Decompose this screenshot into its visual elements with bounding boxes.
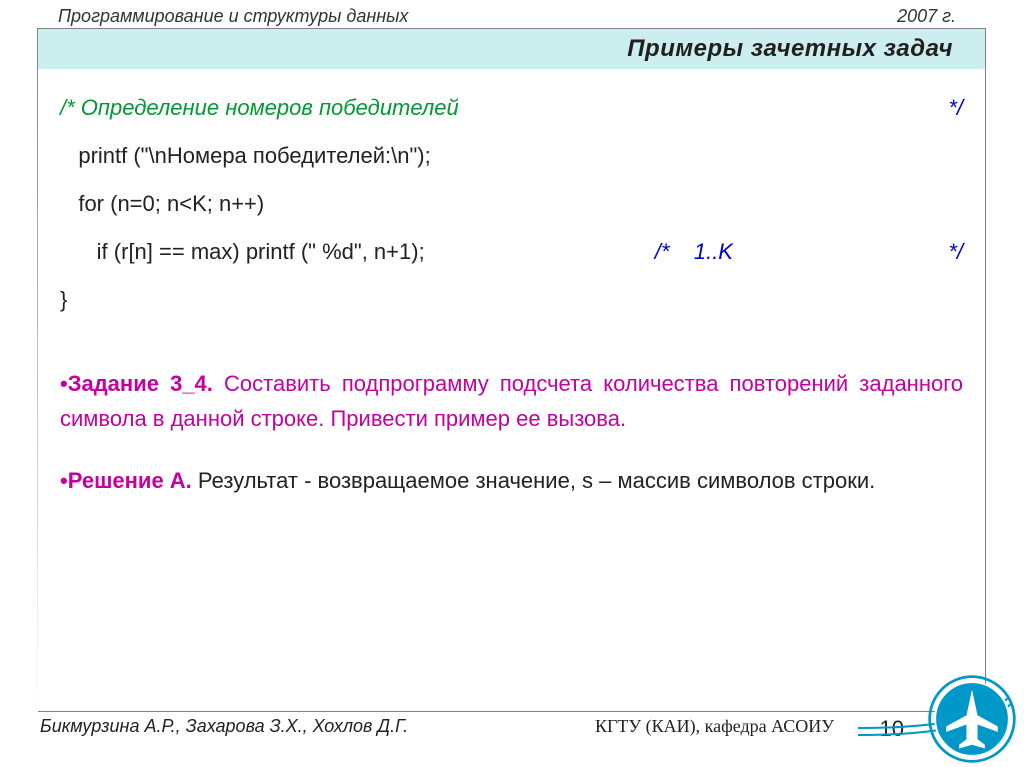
slide-frame: Примеры зачетных задач /* Определение но… — [38, 28, 986, 712]
task-title: Задание 3_4. — [68, 371, 213, 396]
code-line: } — [60, 283, 963, 317]
airplane-logo-icon — [926, 673, 1018, 765]
inline-comment-close: */ — [733, 235, 963, 269]
code-line: printf ("\nНомера победителей:\n"); — [60, 139, 963, 173]
slide-title: Примеры зачетных задач — [627, 35, 953, 62]
bullet-icon: • — [60, 468, 68, 493]
course-title: Программирование и структуры данных — [58, 6, 408, 27]
code-text: } — [60, 283, 67, 317]
code-text: if (r[n] == max) printf (" %d", n+1); — [60, 235, 425, 269]
running-header: Программирование и структуры данных 2007… — [58, 6, 956, 27]
slide-page: Программирование и структуры данных 2007… — [0, 0, 1024, 767]
page-number: 10 — [880, 716, 904, 742]
code-block: /* Определение номеров победителей */ pr… — [60, 91, 963, 317]
code-text: printf ("\nНомера победителей:\n"); — [60, 139, 431, 173]
code-line: /* Определение номеров победителей */ — [60, 91, 963, 125]
footer-org: КГТУ (КАИ), кафедра АСОИУ — [595, 716, 834, 737]
footer-authors: Бикмурзина А.Р., Захарова З.Х., Хохлов Д… — [40, 716, 408, 737]
course-year: 2007 г. — [897, 6, 956, 27]
inline-comment-open: /* 1..K — [655, 235, 733, 269]
task-block: •Задание 3_4. Составить подпрограмму под… — [60, 367, 963, 435]
slide-title-bar: Примеры зачетных задач — [38, 29, 985, 69]
code-line: for (n=0; n<K; n++) — [60, 187, 963, 221]
code-text: for (n=0; n<K; n++) — [60, 187, 264, 221]
solution-title: Решение А. — [68, 468, 192, 493]
slide-footer: Бикмурзина А.Р., Захарова З.Х., Хохлов Д… — [40, 716, 984, 737]
comment-open: /* Определение номеров победителей — [60, 91, 459, 125]
solution-block: •Решение А. Результат - возвращаемое зна… — [60, 464, 963, 498]
comment-close: */ — [711, 91, 963, 125]
solution-text: Результат - возвращаемое значение, s – м… — [192, 468, 875, 493]
bullet-icon: • — [60, 371, 68, 396]
slide-body: /* Определение номеров победителей */ pr… — [38, 69, 985, 498]
code-line: if (r[n] == max) printf (" %d", n+1); /*… — [60, 235, 963, 269]
